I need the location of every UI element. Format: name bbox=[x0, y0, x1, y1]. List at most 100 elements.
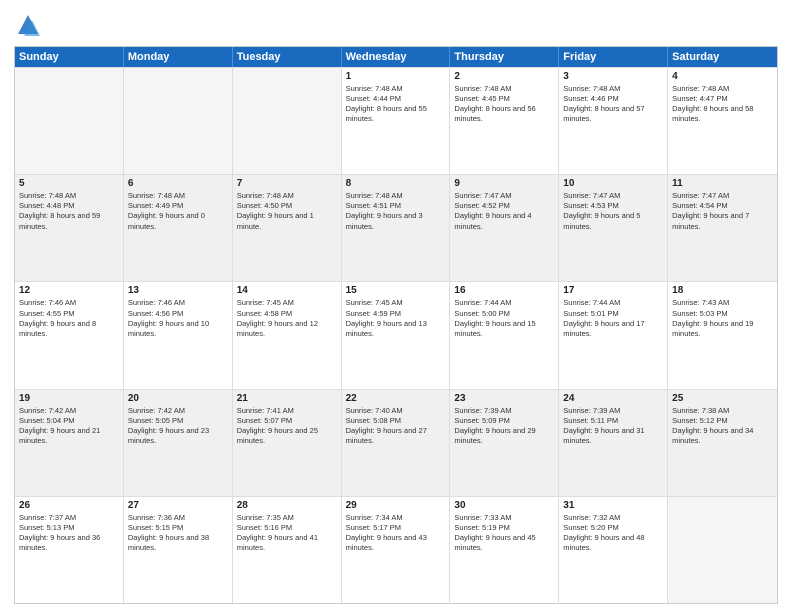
weekday-header: Thursday bbox=[450, 47, 559, 67]
day-info: Sunrise: 7:33 AM Sunset: 5:19 PM Dayligh… bbox=[454, 513, 554, 554]
day-info: Sunrise: 7:34 AM Sunset: 5:17 PM Dayligh… bbox=[346, 513, 446, 554]
day-number: 29 bbox=[346, 500, 446, 511]
day-number: 9 bbox=[454, 178, 554, 189]
weekday-header: Tuesday bbox=[233, 47, 342, 67]
calendar-cell: 11 Sunrise: 7:47 AM Sunset: 4:54 PM Dayli… bbox=[668, 175, 777, 281]
calendar-cell: 27 Sunrise: 7:36 AM Sunset: 5:15 PM Dayli… bbox=[124, 497, 233, 603]
calendar-cell: 13 Sunrise: 7:46 AM Sunset: 4:56 PM Dayli… bbox=[124, 282, 233, 388]
day-number: 19 bbox=[19, 393, 119, 404]
day-info: Sunrise: 7:44 AM Sunset: 5:00 PM Dayligh… bbox=[454, 298, 554, 339]
day-number: 31 bbox=[563, 500, 663, 511]
weekday-header: Wednesday bbox=[342, 47, 451, 67]
calendar-cell: 15 Sunrise: 7:45 AM Sunset: 4:59 PM Dayli… bbox=[342, 282, 451, 388]
weekday-header: Friday bbox=[559, 47, 668, 67]
calendar-cell: 5Sunrise: 7:48 AM Sunset: 4:48 PM Daylig… bbox=[15, 175, 124, 281]
day-number: 27 bbox=[128, 500, 228, 511]
calendar-cell: 3 Sunrise: 7:48 AM Sunset: 4:46 PM Daylig… bbox=[559, 68, 668, 174]
day-info: Sunrise: 7:45 AM Sunset: 4:58 PM Dayligh… bbox=[237, 298, 337, 339]
calendar-cell: 10 Sunrise: 7:47 AM Sunset: 4:53 PM Dayli… bbox=[559, 175, 668, 281]
day-info: Sunrise: 7:39 AM Sunset: 5:11 PM Dayligh… bbox=[563, 406, 663, 447]
day-info: Sunrise: 7:43 AM Sunset: 5:03 PM Dayligh… bbox=[672, 298, 773, 339]
calendar-cell: 6 Sunrise: 7:48 AM Sunset: 4:49 PM Daylig… bbox=[124, 175, 233, 281]
weekday-header: Monday bbox=[124, 47, 233, 67]
day-info: Sunrise: 7:48 AM Sunset: 4:46 PM Dayligh… bbox=[563, 84, 663, 125]
day-number: 7 bbox=[237, 178, 337, 189]
day-number: 24 bbox=[563, 393, 663, 404]
calendar-cell: 30 Sunrise: 7:33 AM Sunset: 5:19 PM Dayli… bbox=[450, 497, 559, 603]
calendar-cell bbox=[233, 68, 342, 174]
day-number: 17 bbox=[563, 285, 663, 296]
day-number: 18 bbox=[672, 285, 773, 296]
calendar-cell: 16 Sunrise: 7:44 AM Sunset: 5:00 PM Dayli… bbox=[450, 282, 559, 388]
calendar-cell: 31Sunrise: 7:32 AM Sunset: 5:20 PM Dayli… bbox=[559, 497, 668, 603]
day-number: 21 bbox=[237, 393, 337, 404]
calendar-cell: 4Sunrise: 7:48 AM Sunset: 4:47 PM Daylig… bbox=[668, 68, 777, 174]
calendar-row: 26Sunrise: 7:37 AM Sunset: 5:13 PM Dayli… bbox=[15, 496, 777, 603]
day-number: 4 bbox=[672, 71, 773, 82]
calendar-cell: 9 Sunrise: 7:47 AM Sunset: 4:52 PM Daylig… bbox=[450, 175, 559, 281]
day-number: 14 bbox=[237, 285, 337, 296]
calendar-cell: 17Sunrise: 7:44 AM Sunset: 5:01 PM Dayli… bbox=[559, 282, 668, 388]
day-number: 1 bbox=[346, 71, 446, 82]
day-info: Sunrise: 7:48 AM Sunset: 4:44 PM Dayligh… bbox=[346, 84, 446, 125]
calendar-cell: 2Sunrise: 7:48 AM Sunset: 4:45 PM Daylig… bbox=[450, 68, 559, 174]
day-info: Sunrise: 7:36 AM Sunset: 5:15 PM Dayligh… bbox=[128, 513, 228, 554]
day-number: 10 bbox=[563, 178, 663, 189]
calendar-cell: 1 Sunrise: 7:48 AM Sunset: 4:44 PM Daylig… bbox=[342, 68, 451, 174]
day-number: 25 bbox=[672, 393, 773, 404]
day-info: Sunrise: 7:46 AM Sunset: 4:56 PM Dayligh… bbox=[128, 298, 228, 339]
calendar-cell: 26Sunrise: 7:37 AM Sunset: 5:13 PM Dayli… bbox=[15, 497, 124, 603]
calendar: SundayMondayTuesdayWednesdayThursdayFrid… bbox=[14, 46, 778, 604]
calendar-cell: 20 Sunrise: 7:42 AM Sunset: 5:05 PM Dayli… bbox=[124, 390, 233, 496]
day-number: 3 bbox=[563, 71, 663, 82]
calendar-row: 19 Sunrise: 7:42 AM Sunset: 5:04 PM Dayli… bbox=[15, 389, 777, 496]
weekday-header: Saturday bbox=[668, 47, 777, 67]
calendar-row: 1 Sunrise: 7:48 AM Sunset: 4:44 PM Daylig… bbox=[15, 67, 777, 174]
day-number: 16 bbox=[454, 285, 554, 296]
logo bbox=[14, 12, 46, 40]
calendar-cell bbox=[668, 497, 777, 603]
calendar-cell: 21 Sunrise: 7:41 AM Sunset: 5:07 PM Dayli… bbox=[233, 390, 342, 496]
day-number: 8 bbox=[346, 178, 446, 189]
calendar-cell: 18 Sunrise: 7:43 AM Sunset: 5:03 PM Dayli… bbox=[668, 282, 777, 388]
calendar-cell: 14 Sunrise: 7:45 AM Sunset: 4:58 PM Dayli… bbox=[233, 282, 342, 388]
day-number: 2 bbox=[454, 71, 554, 82]
day-info: Sunrise: 7:37 AM Sunset: 5:13 PM Dayligh… bbox=[19, 513, 119, 554]
day-number: 28 bbox=[237, 500, 337, 511]
calendar-cell bbox=[15, 68, 124, 174]
day-number: 30 bbox=[454, 500, 554, 511]
calendar-cell: 12Sunrise: 7:46 AM Sunset: 4:55 PM Dayli… bbox=[15, 282, 124, 388]
day-info: Sunrise: 7:47 AM Sunset: 4:54 PM Dayligh… bbox=[672, 191, 773, 232]
day-info: Sunrise: 7:39 AM Sunset: 5:09 PM Dayligh… bbox=[454, 406, 554, 447]
calendar-cell: 28Sunrise: 7:35 AM Sunset: 5:16 PM Dayli… bbox=[233, 497, 342, 603]
calendar-cell: 22 Sunrise: 7:40 AM Sunset: 5:08 PM Dayli… bbox=[342, 390, 451, 496]
day-number: 11 bbox=[672, 178, 773, 189]
day-info: Sunrise: 7:40 AM Sunset: 5:08 PM Dayligh… bbox=[346, 406, 446, 447]
day-info: Sunrise: 7:48 AM Sunset: 4:49 PM Dayligh… bbox=[128, 191, 228, 232]
day-number: 23 bbox=[454, 393, 554, 404]
header bbox=[14, 12, 778, 40]
day-info: Sunrise: 7:48 AM Sunset: 4:51 PM Dayligh… bbox=[346, 191, 446, 232]
day-info: Sunrise: 7:38 AM Sunset: 5:12 PM Dayligh… bbox=[672, 406, 773, 447]
day-info: Sunrise: 7:45 AM Sunset: 4:59 PM Dayligh… bbox=[346, 298, 446, 339]
day-info: Sunrise: 7:42 AM Sunset: 5:05 PM Dayligh… bbox=[128, 406, 228, 447]
day-number: 20 bbox=[128, 393, 228, 404]
day-number: 22 bbox=[346, 393, 446, 404]
day-number: 6 bbox=[128, 178, 228, 189]
day-info: Sunrise: 7:42 AM Sunset: 5:04 PM Dayligh… bbox=[19, 406, 119, 447]
day-number: 15 bbox=[346, 285, 446, 296]
day-info: Sunrise: 7:48 AM Sunset: 4:50 PM Dayligh… bbox=[237, 191, 337, 232]
calendar-cell: 25 Sunrise: 7:38 AM Sunset: 5:12 PM Dayli… bbox=[668, 390, 777, 496]
day-info: Sunrise: 7:41 AM Sunset: 5:07 PM Dayligh… bbox=[237, 406, 337, 447]
day-info: Sunrise: 7:47 AM Sunset: 4:52 PM Dayligh… bbox=[454, 191, 554, 232]
day-number: 12 bbox=[19, 285, 119, 296]
day-number: 5 bbox=[19, 178, 119, 189]
day-info: Sunrise: 7:47 AM Sunset: 4:53 PM Dayligh… bbox=[563, 191, 663, 232]
weekday-header: Sunday bbox=[15, 47, 124, 67]
calendar-row: 5Sunrise: 7:48 AM Sunset: 4:48 PM Daylig… bbox=[15, 174, 777, 281]
calendar-row: 12Sunrise: 7:46 AM Sunset: 4:55 PM Dayli… bbox=[15, 281, 777, 388]
calendar-cell: 29 Sunrise: 7:34 AM Sunset: 5:17 PM Dayli… bbox=[342, 497, 451, 603]
calendar-cell: 19 Sunrise: 7:42 AM Sunset: 5:04 PM Dayli… bbox=[15, 390, 124, 496]
calendar-body: 1 Sunrise: 7:48 AM Sunset: 4:44 PM Daylig… bbox=[15, 67, 777, 603]
day-number: 13 bbox=[128, 285, 228, 296]
